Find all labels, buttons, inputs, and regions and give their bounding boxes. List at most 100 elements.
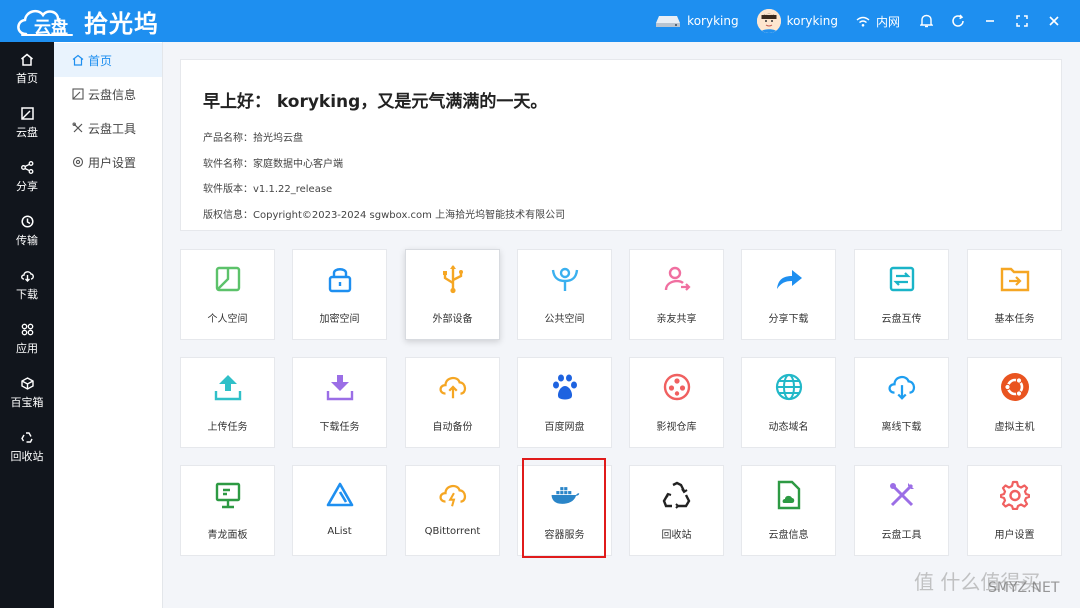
notification-bell-icon[interactable] <box>918 13 934 29</box>
network-status[interactable]: 内网 <box>856 13 900 30</box>
subnav-item-disk-info[interactable]: 云盘信息 <box>54 77 162 111</box>
subnav-item-label: 云盘工具 <box>88 121 137 136</box>
tile-dynamic-dns[interactable]: 动态域名 <box>741 357 836 448</box>
tile-share-download[interactable]: 分享下载 <box>741 249 836 340</box>
refresh-icon[interactable] <box>950 13 966 29</box>
tile-disk-tools[interactable]: 云盘工具 <box>854 465 949 556</box>
rail-item-home[interactable]: 首页 <box>0 42 54 96</box>
network-label: 内网 <box>875 14 900 29</box>
rail-item-download[interactable]: 下载 <box>0 258 54 312</box>
watermark-site: SMYZ.NET <box>988 580 1060 596</box>
device-selector[interactable]: koryking <box>655 14 739 28</box>
baidu-icon <box>550 372 580 402</box>
tile-recycle-bin[interactable]: 回收站 <box>629 465 724 556</box>
tile-user-settings[interactable]: 用户设置 <box>967 465 1062 556</box>
tile-label: 下载任务 <box>319 422 360 433</box>
tile-label: 青龙面板 <box>207 530 248 541</box>
tile-baidu-netdisk[interactable]: 百度网盘 <box>517 357 612 448</box>
tile-label: 云盘工具 <box>881 530 922 541</box>
subnav-item-disk-tools[interactable]: 云盘工具 <box>54 111 162 145</box>
tile-label: 外部设备 <box>432 314 473 325</box>
minimize-icon[interactable] <box>982 13 998 29</box>
rail-item-apps[interactable]: 应用 <box>0 312 54 366</box>
tile-virtual-host[interactable]: 虚拟主机 <box>967 357 1062 448</box>
tile-qbittorrent[interactable]: QBittorrent <box>405 465 500 556</box>
tile-public-space[interactable]: 公共空间 <box>517 249 612 340</box>
software-name: 软件名称：家庭数据中心客户端 <box>203 158 343 170</box>
transfer-icon <box>20 214 34 228</box>
gear-icon <box>999 480 1030 510</box>
rail-item-share[interactable]: 分享 <box>0 150 54 204</box>
user-menu[interactable]: koryking <box>756 9 838 33</box>
tile-label: 个人空间 <box>207 314 248 325</box>
rail-item-label: 应用 <box>16 341 38 355</box>
personal-space-icon <box>213 264 243 294</box>
tile-label: QBittorrent <box>424 526 481 537</box>
tile-external-device[interactable]: 外部设备 <box>405 249 500 340</box>
tile-encrypted-space[interactable]: 加密空间 <box>292 249 387 340</box>
share-icon <box>20 160 33 174</box>
main-sidebar: 首页 云盘 分享 传输 下载 应用 百宝箱 回收站 <box>0 42 54 608</box>
tile-film-library[interactable]: 影视仓库 <box>629 357 724 448</box>
disk-icon <box>72 88 84 100</box>
rail-item-label: 首页 <box>16 71 38 85</box>
maximize-icon[interactable] <box>1014 13 1030 29</box>
rail-item-recycle[interactable]: 回收站 <box>0 420 54 474</box>
gear-icon <box>72 156 84 168</box>
disk-icon <box>20 106 34 120</box>
device-name: koryking <box>687 14 739 28</box>
qbittorrent-icon <box>438 480 468 510</box>
tile-alist[interactable]: AList <box>292 465 387 556</box>
tile-label: 用户设置 <box>994 530 1035 541</box>
subnav-item-user-settings[interactable]: 用户设置 <box>54 145 162 179</box>
tile-label: 影视仓库 <box>656 422 697 433</box>
public-space-icon <box>550 264 580 294</box>
upload-icon <box>213 372 243 402</box>
tile-label: 云盘互传 <box>881 314 922 325</box>
download-icon <box>20 270 34 282</box>
tile-qinglong-panel[interactable]: 青龙面板 <box>180 465 275 556</box>
tile-friend-share[interactable]: 亲友共享 <box>629 249 724 340</box>
tile-disk-info[interactable]: 云盘信息 <box>741 465 836 556</box>
tile-auto-backup[interactable]: 自动备份 <box>405 357 500 448</box>
recycle-icon <box>20 431 33 443</box>
tile-label: 自动备份 <box>432 422 473 433</box>
alist-icon <box>325 480 355 510</box>
tile-cloud-transfer[interactable]: 云盘互传 <box>854 249 949 340</box>
rail-item-label: 百宝箱 <box>10 395 44 409</box>
tile-label: 虚拟主机 <box>994 422 1035 433</box>
nas-device-icon <box>656 16 681 27</box>
tile-label: 云盘信息 <box>768 530 809 541</box>
tile-offline-download[interactable]: 离线下载 <box>854 357 949 448</box>
download-task-icon <box>325 372 355 402</box>
offline-download-icon <box>887 372 917 402</box>
greeting-title: 早上好： koryking，又是元气满满的一天。 <box>203 92 548 112</box>
tile-label: 亲友共享 <box>656 314 697 325</box>
lock-icon <box>325 264 355 294</box>
subnav-item-label: 云盘信息 <box>88 87 137 102</box>
app-title: 拾光坞 <box>84 9 159 38</box>
logo-cloud-text: 云盘 <box>34 18 68 38</box>
tile-label: AList <box>327 526 352 537</box>
rail-item-label: 下载 <box>16 287 38 301</box>
welcome-card: 早上好： koryking，又是元气满满的一天。 产品名称：拾光坞云盘 软件名称… <box>180 59 1062 231</box>
disk-info-icon <box>774 480 804 510</box>
close-icon[interactable] <box>1046 13 1062 29</box>
tile-download-task[interactable]: 下载任务 <box>292 357 387 448</box>
avatar <box>756 9 781 33</box>
rail-item-label: 传输 <box>16 233 38 247</box>
panel-icon <box>213 480 243 510</box>
share-download-icon <box>774 264 804 294</box>
tile-label: 百度网盘 <box>544 422 585 433</box>
transfer-icon <box>887 264 917 294</box>
tile-personal-space[interactable]: 个人空间 <box>180 249 275 340</box>
subnav-item-home[interactable]: 首页 <box>54 43 162 77</box>
rail-item-transfer[interactable]: 传输 <box>0 204 54 258</box>
copyright-info: 版权信息：Copyright©2023-2024 sgwbox.com 上海拾光… <box>203 209 566 221</box>
tile-label: 基本任务 <box>994 314 1035 325</box>
tile-basic-task[interactable]: 基本任务 <box>967 249 1062 340</box>
tile-upload-task[interactable]: 上传任务 <box>180 357 275 448</box>
rail-item-label: 云盘 <box>16 125 38 139</box>
rail-item-disk[interactable]: 云盘 <box>0 96 54 150</box>
rail-item-toolbox[interactable]: 百宝箱 <box>0 366 54 420</box>
